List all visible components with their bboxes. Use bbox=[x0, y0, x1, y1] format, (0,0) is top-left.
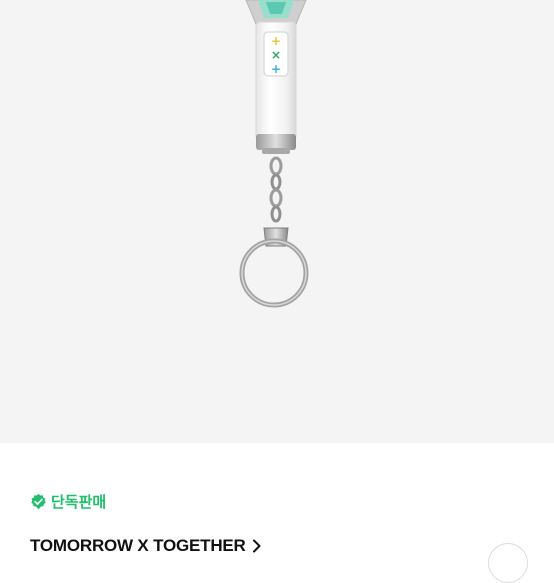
chevron-right-icon bbox=[252, 539, 261, 553]
verified-check-icon bbox=[31, 493, 46, 509]
exclusive-badge: 단독판매 bbox=[30, 491, 106, 512]
lightstick-keyring-illustration: + × + bbox=[239, 0, 309, 308]
logo-plus-bottom: + bbox=[271, 62, 281, 76]
share-button[interactable] bbox=[488, 543, 528, 583]
product-image[interactable]: + × + bbox=[0, 0, 554, 443]
logo-cross: × bbox=[271, 48, 281, 62]
exclusive-badge-label: 단독판매 bbox=[51, 494, 107, 511]
artist-name: TOMORROW X TOGETHER bbox=[30, 536, 246, 555]
logo-plus-top: + bbox=[271, 34, 281, 48]
artist-link[interactable]: TOMORROW X TOGETHER bbox=[30, 536, 262, 556]
